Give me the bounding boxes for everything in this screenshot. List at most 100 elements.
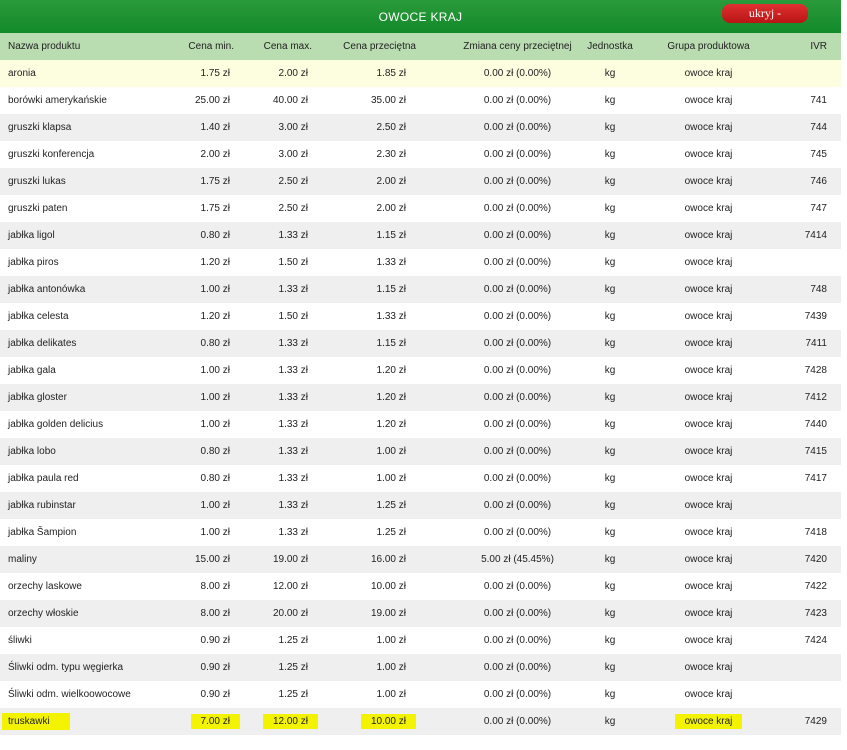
cell-group: owoce kraj xyxy=(684,689,733,700)
cell-avg-change: 0.00 zł (0.00%) xyxy=(483,635,552,646)
cell-max-price: 1.33 zł xyxy=(278,230,308,241)
cell-avg-change: 0.00 zł (0.00%) xyxy=(483,446,552,457)
cell-unit: kg xyxy=(604,365,616,376)
cell-avg-change: 0.00 zł (0.00%) xyxy=(483,365,552,376)
cell-group: owoce kraj xyxy=(684,311,733,322)
cell-avg-price: 2.00 zł xyxy=(376,176,406,187)
highlight-mark: 12.00 zł xyxy=(262,714,318,729)
table-row[interactable]: Śliwki odm. wielkoowocowe 0.90 zł 1.25 zł 1… xyxy=(0,681,841,708)
table-row[interactable]: jabłka gloster 1.00 zł 1.33 zł 1.20 zł 0.00 … xyxy=(0,384,841,411)
cell-avg-change: 0.00 zł (0.00%) xyxy=(483,581,552,592)
header-min-price[interactable]: Cena min. xyxy=(170,33,240,60)
cell-avg-price: 1.00 zł xyxy=(376,446,406,457)
table-row[interactable]: jabłka ligol 0.80 zł 1.33 zł 1.15 zł 0.00 zł… xyxy=(0,222,841,249)
table-row[interactable]: maliny 15.00 zł 19.00 zł 16.00 zł 5.00 zł (4… xyxy=(0,546,841,573)
cell-product-name: Śliwki odm. typu węgierka xyxy=(8,662,124,673)
cell-avg-change: 0.00 zł (0.00%) xyxy=(483,608,552,619)
table-row[interactable]: gruszki paten 1.75 zł 2.50 zł 2.00 zł 0.00 z… xyxy=(0,195,841,222)
cell-max-price: 1.33 zł xyxy=(278,365,308,376)
cell-group: owoce kraj xyxy=(684,446,733,457)
cell-avg-price: 1.00 zł xyxy=(376,662,406,673)
table-row[interactable]: jabłka paula red 0.80 zł 1.33 zł 1.00 zł 0.0… xyxy=(0,465,841,492)
table-row[interactable]: aronia 1.75 zł 2.00 zł 1.85 zł 0.00 zł (0.00… xyxy=(0,60,841,87)
cell-max-price: 2.50 zł xyxy=(278,203,308,214)
cell-ivr: 7417 xyxy=(804,473,827,484)
cell-ivr: 7422 xyxy=(804,581,827,592)
table-row[interactable]: gruszki klapsa 1.40 zł 3.00 zł 2.50 zł 0.00 … xyxy=(0,114,841,141)
cell-ivr xyxy=(772,654,841,681)
cell-product-name: jabłka gala xyxy=(8,365,56,376)
cell-unit: kg xyxy=(604,203,616,214)
cell-min-price: 1.00 zł xyxy=(200,392,230,403)
table-row[interactable]: jabłka Šampion 1.00 zł 1.33 zł 1.25 zł 0.00 … xyxy=(0,519,841,546)
table-row[interactable]: jabłka gala 1.00 zł 1.33 zł 1.20 zł 0.00 zł … xyxy=(0,357,841,384)
cell-unit: kg xyxy=(604,338,616,349)
hide-button[interactable]: ukryj - xyxy=(722,4,808,23)
cell-ivr: 746 xyxy=(810,176,827,187)
cell-group: owoce kraj xyxy=(684,581,733,592)
table-row[interactable]: Śliwki odm. typu węgierka 0.90 zł 1.25 zł 1… xyxy=(0,654,841,681)
cell-min-price: 0.80 zł xyxy=(200,338,230,349)
cell-avg-price: 1.15 zł xyxy=(376,230,406,241)
cell-product-name: jabłka Šampion xyxy=(8,527,77,538)
cell-unit: kg xyxy=(604,419,616,430)
cell-product-name: gruszki lukas xyxy=(8,176,66,187)
header-max-price[interactable]: Cena max. xyxy=(240,33,320,60)
cell-unit: kg xyxy=(604,689,616,700)
cell-unit: kg xyxy=(604,608,616,619)
table-row[interactable]: gruszki lukas 1.75 zł 2.50 zł 2.00 zł 0.00 z… xyxy=(0,168,841,195)
cell-product-name: aronia xyxy=(8,68,36,79)
cell-group: owoce kraj xyxy=(684,95,733,106)
table-header-row: Nazwa produktu Cena min. Cena max. Cena prz… xyxy=(0,33,841,60)
cell-ivr xyxy=(772,681,841,708)
cell-min-price: 1.20 zł xyxy=(200,311,230,322)
cell-min-price: 0.90 zł xyxy=(200,635,230,646)
table-row[interactable]: borówki amerykańskie 25.00 zł 40.00 zł 35.0… xyxy=(0,87,841,114)
cell-avg-change: 0.00 zł (0.00%) xyxy=(483,257,552,268)
cell-ivr: 7418 xyxy=(804,527,827,538)
cell-ivr: 741 xyxy=(810,95,827,106)
cell-max-price: 1.33 zł xyxy=(278,446,308,457)
table-row[interactable]: śliwki 0.90 zł 1.25 zł 1.00 zł 0.00 zł (0.00… xyxy=(0,627,841,654)
cell-avg-price: 10.00 zł xyxy=(370,581,406,592)
highlight-mark: truskawki xyxy=(2,713,70,730)
table-row[interactable]: jabłka piros 1.20 zł 1.50 zł 1.33 zł 0.00 zł… xyxy=(0,249,841,276)
product-price-panel: OWOCE KRAJ ukryj - Nazwa produktu Cena mi… xyxy=(0,0,841,735)
header-avg-change[interactable]: Zmiana ceny przeciętnej xyxy=(430,33,575,60)
table-row[interactable]: truskawki 7.00 zł 12.00 zł 10.00 zł 0.00 zł … xyxy=(0,708,841,735)
cell-avg-price: 1.20 zł xyxy=(376,392,406,403)
header-group[interactable]: Grupa produktowa xyxy=(645,33,772,60)
table-row[interactable]: orzechy włoskie 8.00 zł 20.00 zł 19.00 zł 0.… xyxy=(0,600,841,627)
table-row[interactable]: gruszki konferencja 2.00 zł 3.00 zł 2.30 zł… xyxy=(0,141,841,168)
header-ivr[interactable]: IVR xyxy=(772,33,841,60)
cell-group: owoce kraj xyxy=(684,419,733,430)
header-unit[interactable]: Jednostka xyxy=(575,33,645,60)
table-row[interactable]: jabłka golden delicius 1.00 zł 1.33 zł 1.20… xyxy=(0,411,841,438)
cell-ivr: 7424 xyxy=(804,635,827,646)
cell-min-price: 1.75 zł xyxy=(200,68,230,79)
table-row[interactable]: jabłka celesta 1.20 zł 1.50 zł 1.33 zł 0.00 … xyxy=(0,303,841,330)
table-row[interactable]: jabłka lobo 0.80 zł 1.33 zł 1.00 zł 0.00 zł … xyxy=(0,438,841,465)
cell-product-name: orzechy laskowe xyxy=(8,581,82,592)
cell-avg-price: 2.30 zł xyxy=(376,149,406,160)
cell-unit: kg xyxy=(604,500,616,511)
cell-avg-change: 0.00 zł (0.00%) xyxy=(483,230,552,241)
cell-group: owoce kraj xyxy=(684,392,733,403)
cell-group: owoce kraj xyxy=(684,68,733,79)
table-row[interactable]: orzechy laskowe 8.00 zł 12.00 zł 10.00 zł 0.… xyxy=(0,573,841,600)
cell-ivr: 748 xyxy=(810,284,827,295)
table-row[interactable]: jabłka antonówka 1.00 zł 1.33 zł 1.15 zł 0.0… xyxy=(0,276,841,303)
cell-avg-price: 1.25 zł xyxy=(376,500,406,511)
cell-min-price: 1.20 zł xyxy=(200,257,230,268)
cell-min-price: 0.80 zł xyxy=(200,446,230,457)
cell-avg-price: 19.00 zł xyxy=(370,608,406,619)
cell-group: owoce kraj xyxy=(684,149,733,160)
cell-group: owoce kraj xyxy=(684,338,733,349)
table-row[interactable]: jabłka rubinstar 1.00 zł 1.33 zł 1.25 zł 0.0… xyxy=(0,492,841,519)
cell-max-price: 2.00 zł xyxy=(278,68,308,79)
table-row[interactable]: jabłka delikates 0.80 zł 1.33 zł 1.15 zł 0.0… xyxy=(0,330,841,357)
cell-group: owoce kraj xyxy=(684,635,733,646)
cell-group: owoce kraj xyxy=(684,527,733,538)
header-avg-price[interactable]: Cena przeciętna xyxy=(320,33,430,60)
header-product-name[interactable]: Nazwa produktu xyxy=(0,33,170,60)
